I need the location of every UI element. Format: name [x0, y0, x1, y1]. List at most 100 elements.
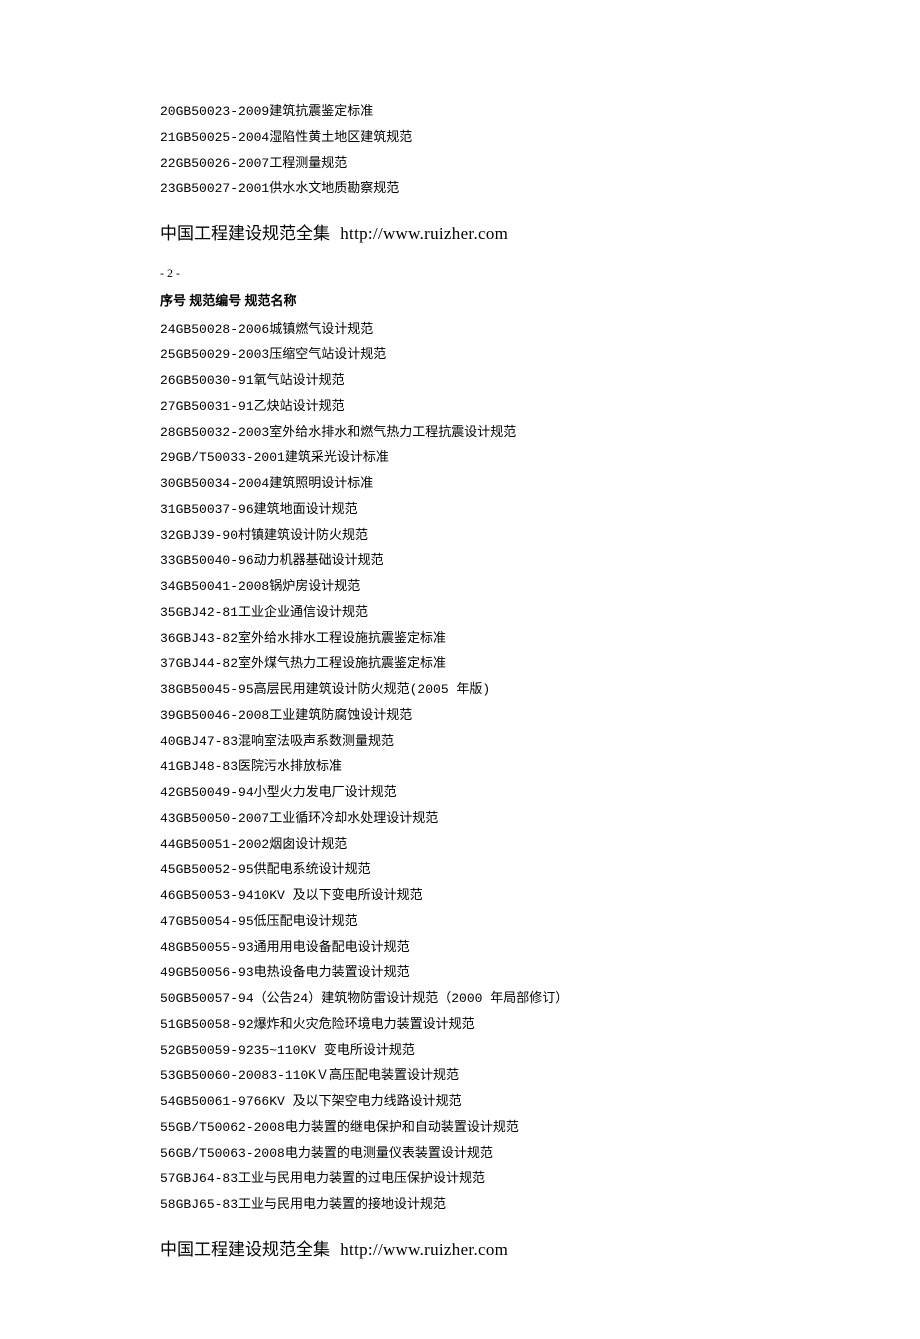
item-code: GB/T50062-2008 — [176, 1117, 285, 1140]
collection-title-bottom: 中国工程建设规范全集 http://www.ruizher.com — [160, 1235, 760, 1265]
item-name: 电力装置的继电保护和自动装置设计规范 — [285, 1117, 519, 1140]
item-code: GBJ39-90 — [176, 525, 238, 548]
item-seq: 27 — [160, 396, 176, 419]
list-item: 47 GB50054-95 低压配电设计规范 — [160, 910, 760, 934]
item-code: GB50025-2004 — [176, 127, 270, 150]
item-name: 动力机器基础设计规范 — [254, 550, 384, 573]
item-code: GB50037-96 — [176, 499, 254, 522]
header-name: 规范名称 — [245, 291, 297, 314]
list-item: 40 GBJ47-83 混响室法吸声系数测量规范 — [160, 730, 760, 754]
item-seq: 38 — [160, 679, 176, 702]
collection-title-url: http://www.ruizher.com — [340, 224, 508, 243]
item-seq: 28 — [160, 422, 176, 445]
list-item: 52 GB50059-92 35~110KV 变电所设计规范 — [160, 1039, 760, 1063]
item-name: 锅炉房设计规范 — [269, 576, 360, 599]
item-code: GB50053-94 — [176, 885, 254, 908]
list-item: 21 GB50025-2004 湿陷性黄土地区建筑规范 — [160, 126, 760, 150]
item-code: GB50023-2009 — [176, 101, 270, 124]
item-seq: 57 — [160, 1168, 176, 1191]
item-code: GB50032-2003 — [176, 422, 270, 445]
item-name: 室外给水排水工程设施抗震鉴定标准 — [238, 628, 446, 651]
list-item: 41 GBJ48-83 医院污水排放标准 — [160, 755, 760, 779]
item-seq: 25 — [160, 344, 176, 367]
item-seq: 36 — [160, 628, 176, 651]
item-seq: 35 — [160, 602, 176, 625]
item-code: GB50027-2001 — [176, 178, 270, 201]
item-seq: 53 — [160, 1065, 176, 1088]
item-code: GB50052-95 — [176, 859, 254, 882]
item-seq: 56 — [160, 1143, 176, 1166]
item-name: 混响室法吸声系数测量规范 — [238, 731, 394, 754]
item-code: GB50031-91 — [176, 396, 254, 419]
item-seq: 43 — [160, 808, 176, 831]
item-code: GBJ47-83 — [176, 731, 238, 754]
list-item: 23 GB50027-2001 供水水文地质勘察规范 — [160, 177, 760, 201]
list-item: 38 GB50045-95 高层民用建筑设计防火规范(2005 年版) — [160, 678, 760, 702]
list-item: 36 GBJ43-82 室外给水排水工程设施抗震鉴定标准 — [160, 627, 760, 651]
list-item: 45 GB50052-95 供配电系统设计规范 — [160, 858, 760, 882]
item-seq: 54 — [160, 1091, 176, 1114]
item-seq: 44 — [160, 834, 176, 857]
item-name: 湿陷性黄土地区建筑规范 — [269, 127, 412, 150]
item-seq: 32 — [160, 525, 176, 548]
item-name: 建筑地面设计规范 — [254, 499, 358, 522]
list-item: 50 GB50057-94（公告24） 建筑物防雷设计规范（2000 年局部修订… — [160, 987, 760, 1011]
item-seq: 47 — [160, 911, 176, 934]
list-item: 33 GB50040-96 动力机器基础设计规范 — [160, 549, 760, 573]
list-item: 34 GB50041-2008 锅炉房设计规范 — [160, 575, 760, 599]
item-seq: 22 — [160, 153, 176, 176]
item-code: GB/T50033-2001 — [176, 447, 285, 470]
list-item: 39 GB50046-2008 工业建筑防腐蚀设计规范 — [160, 704, 760, 728]
list-item: 43 GB50050-2007 工业循环冷却水处理设计规范 — [160, 807, 760, 831]
item-name: 工业与民用电力装置的接地设计规范 — [238, 1194, 446, 1217]
page-number: - 2 - — [160, 263, 760, 284]
item-name: 压缩空气站设计规范 — [269, 344, 386, 367]
list-item: 51 GB50058-92 爆炸和火灾危险环境电力装置设计规范 — [160, 1013, 760, 1037]
list-item: 27 GB50031-91 乙炔站设计规范 — [160, 395, 760, 419]
item-code: GB50030-91 — [176, 370, 254, 393]
list-item: 58 GBJ65-83 工业与民用电力装置的接地设计规范 — [160, 1193, 760, 1217]
item-name: 高层民用建筑设计防火规范(2005 年版) — [254, 679, 491, 702]
list-item: 29 GB/T50033-2001 建筑采光设计标准 — [160, 446, 760, 470]
item-code: GB/T50063-2008 — [176, 1143, 285, 1166]
list-item: 57 GBJ64-83 工业与民用电力装置的过电压保护设计规范 — [160, 1167, 760, 1191]
item-code: GB50057-94（公告24） — [176, 988, 322, 1011]
header-seq: 序号 — [160, 291, 186, 314]
list-item: 48 GB50055-93 通用用电设备配电设计规范 — [160, 936, 760, 960]
item-name: 工程测量规范 — [269, 153, 347, 176]
item-code: GB50040-96 — [176, 550, 254, 573]
item-code: GB50050-2007 — [176, 808, 270, 831]
item-name: 供配电系统设计规范 — [254, 859, 371, 882]
item-name: 爆炸和火灾危险环境电力装置设计规范 — [254, 1014, 475, 1037]
item-seq: 46 — [160, 885, 176, 908]
item-code: GB50049-94 — [176, 782, 254, 805]
item-name: 低压配电设计规范 — [254, 911, 358, 934]
item-seq: 45 — [160, 859, 176, 882]
list-item: 30 GB50034-2004 建筑照明设计标准 — [160, 472, 760, 496]
item-name: 电力装置的电测量仪表装置设计规范 — [285, 1143, 493, 1166]
item-code: GB50058-92 — [176, 1014, 254, 1037]
item-name: 工业与民用电力装置的过电压保护设计规范 — [238, 1168, 485, 1191]
item-seq: 24 — [160, 319, 176, 342]
list-item: 44 GB50051-2002 烟囱设计规范 — [160, 833, 760, 857]
list-item: 56 GB/T50063-2008 电力装置的电测量仪表装置设计规范 — [160, 1142, 760, 1166]
item-code: GB50029-2003 — [176, 344, 270, 367]
standards-block-2: 24 GB50028-2006 城镇燃气设计规范25 GB50029-2003 … — [160, 318, 760, 1217]
list-item: 26 GB50030-91 氧气站设计规范 — [160, 369, 760, 393]
item-code: GBJ42-81 — [176, 602, 238, 625]
item-code: GBJ48-83 — [176, 756, 238, 779]
header-code: 规范编号 — [189, 291, 241, 314]
standards-block-1: 20 GB50023-2009 建筑抗震鉴定标准21 GB50025-2004 … — [160, 100, 760, 201]
item-seq: 29 — [160, 447, 176, 470]
collection-title-url-bottom: http://www.ruizher.com — [340, 1240, 508, 1259]
collection-title: 中国工程建设规范全集 http://www.ruizher.com — [160, 219, 760, 249]
item-name: 村镇建筑设计防火规范 — [238, 525, 368, 548]
item-seq: 50 — [160, 988, 176, 1011]
item-code: GB50034-2004 — [176, 473, 270, 496]
item-code: GBJ43-82 — [176, 628, 238, 651]
item-seq: 33 — [160, 550, 176, 573]
item-code: GBJ44-82 — [176, 653, 238, 676]
item-seq: 42 — [160, 782, 176, 805]
item-code: GB50051-2002 — [176, 834, 270, 857]
item-name: 城镇燃气设计规范 — [269, 319, 373, 342]
